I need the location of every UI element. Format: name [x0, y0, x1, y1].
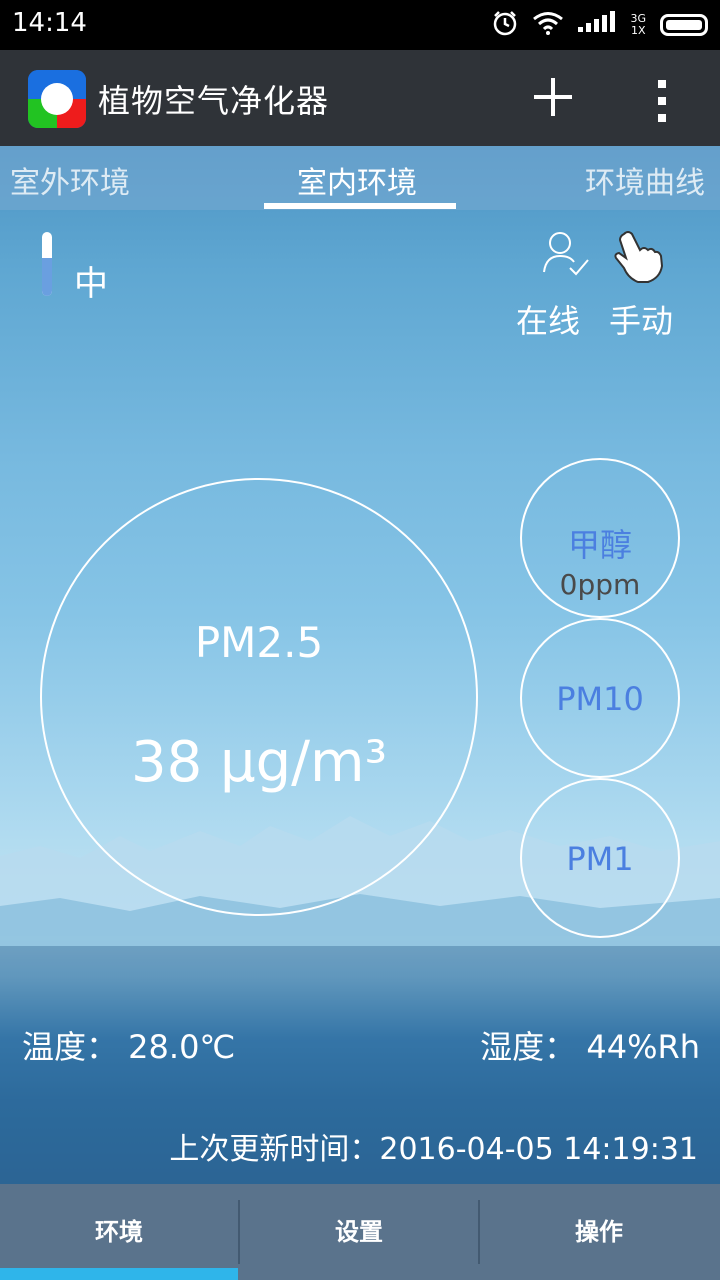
temperature-readout: 温度： 28.0℃: [22, 1028, 236, 1066]
pm25-label: PM2.5: [194, 618, 324, 667]
mode-label: 手动: [609, 302, 674, 340]
humidity-readout: 湿度： 44%Rh: [480, 1028, 700, 1066]
status-icons: 3G 1X: [492, 10, 708, 40]
battery-icon: [660, 14, 708, 36]
overflow-menu-icon[interactable]: [650, 78, 674, 124]
network-subtype-label: 1X: [630, 24, 646, 37]
add-button[interactable]: [530, 72, 576, 122]
tab-bar: 室外环境 室内环境 环境曲线: [0, 146, 720, 210]
hand-pointer-icon[interactable]: [610, 228, 664, 288]
network-type: 3G 1X: [630, 13, 646, 37]
methanol-label: 甲醇: [567, 526, 632, 564]
tab-outdoor[interactable]: 室外环境: [10, 158, 130, 202]
active-nav-indicator: [0, 1268, 238, 1280]
tab-indoor[interactable]: 室内环境: [297, 158, 417, 202]
pm1-label: PM1: [566, 840, 634, 878]
last-updated-time: 上次更新时间：2016-04-05 14:19:31: [169, 1132, 698, 1167]
tab-curves[interactable]: 环境曲线: [585, 158, 705, 202]
app-logo-icon: [28, 70, 86, 128]
pm10-label: PM10: [556, 680, 644, 718]
nav-settings[interactable]: 设置: [240, 1184, 478, 1280]
app-title: 植物空气净化器: [98, 82, 330, 120]
user-online-icon: [540, 228, 592, 284]
action-bar: 植物空气净化器: [0, 50, 720, 146]
methanol-value: 0ppm: [559, 568, 641, 601]
level-label: 中: [74, 264, 108, 304]
bottom-navigation: 环境 设置 操作: [0, 1184, 720, 1280]
status-bar: 14:14 3G 1X: [0, 0, 720, 50]
level-gauge-fill: [42, 257, 52, 296]
status-time: 14:14: [12, 8, 87, 38]
level-gauge: [42, 232, 52, 296]
pm25-value: 38 μg/m³: [130, 730, 388, 795]
active-tab-indicator: [264, 203, 456, 209]
pm25-circle[interactable]: [40, 478, 478, 916]
nav-operation[interactable]: 操作: [480, 1184, 718, 1280]
nav-environment[interactable]: 环境: [0, 1184, 238, 1280]
online-label: 在线: [516, 302, 581, 340]
alarm-icon: [492, 10, 518, 40]
wifi-icon: [532, 11, 564, 39]
signal-icon: [578, 11, 616, 39]
